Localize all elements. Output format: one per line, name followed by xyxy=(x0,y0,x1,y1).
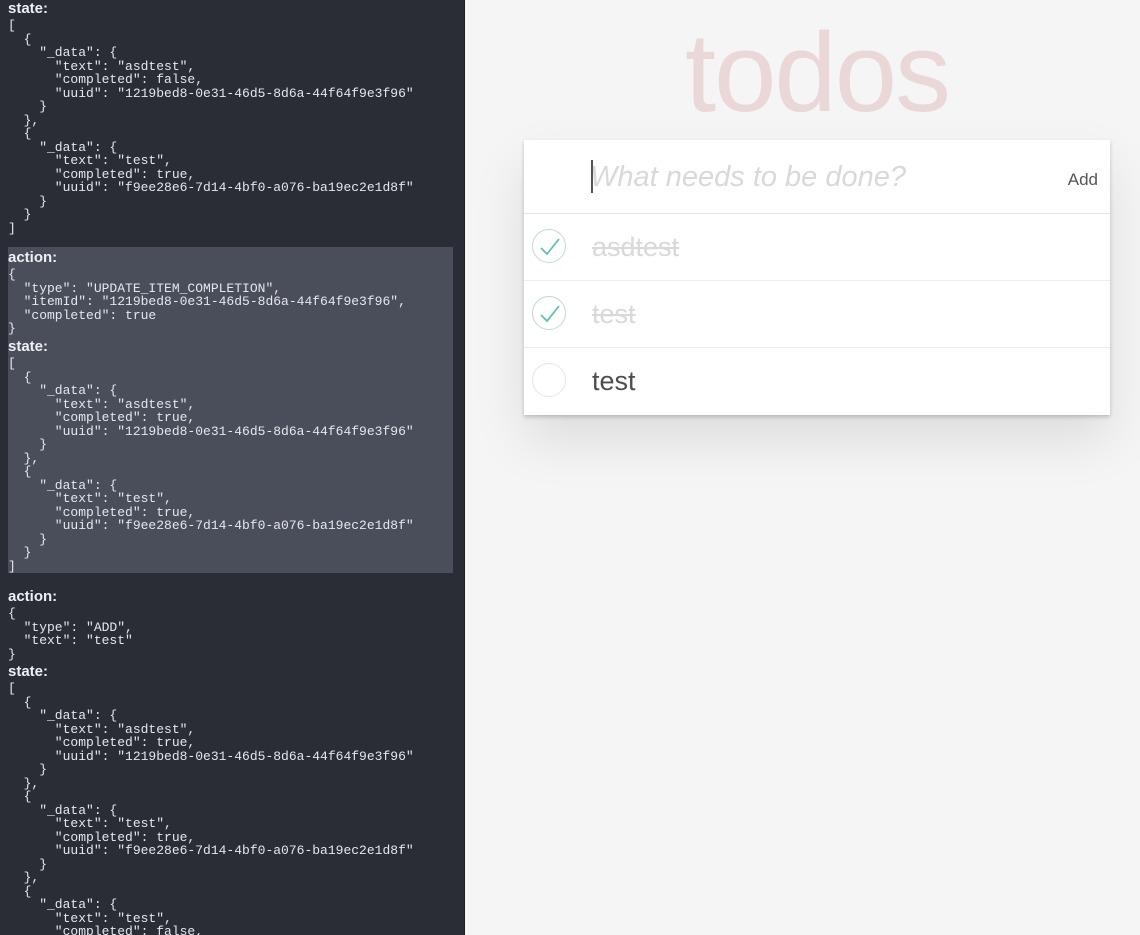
state-log-panel: state: [ { "_data": { "text": "asdtest",… xyxy=(0,0,465,935)
toggle-checkbox[interactable] xyxy=(532,296,566,330)
todo-label: asdtest xyxy=(592,232,680,262)
action-json: { "type": "UPDATE_ITEM_COMPLETION", "ite… xyxy=(8,267,406,336)
state-heading: state: xyxy=(8,663,49,680)
action-json: { "type": "ADD", "text": "test" } xyxy=(8,606,133,662)
log-entry-add: action: { "type": "ADD", "text": "test" … xyxy=(8,587,453,935)
checkmark-icon xyxy=(540,305,560,323)
todo-label: test xyxy=(592,366,636,396)
action-heading: action: xyxy=(8,249,58,266)
new-todo-row: Add xyxy=(524,140,1110,214)
app-title: todos xyxy=(685,10,951,135)
checkmark-icon xyxy=(540,238,560,256)
log-entry-update-completion[interactable]: action: { "type": "UPDATE_ITEM_COMPLETIO… xyxy=(8,247,453,573)
log-entry-initial-state: state: [ { "_data": { "text": "asdtest",… xyxy=(8,0,453,240)
toggle-checkbox[interactable] xyxy=(532,229,566,263)
todo-item[interactable]: test xyxy=(524,281,1110,348)
todo-item[interactable]: test xyxy=(524,348,1110,415)
todo-label: test xyxy=(592,299,636,329)
todo-item[interactable]: asdtest xyxy=(524,214,1110,281)
action-heading: action: xyxy=(8,588,58,605)
state-heading: state: xyxy=(8,0,49,17)
add-button[interactable]: Add xyxy=(1068,170,1098,190)
state-json: [ { "_data": { "text": "asdtest", "compl… xyxy=(8,18,414,236)
toggle-checkbox[interactable] xyxy=(532,363,566,397)
state-json: [ { "_data": { "text": "asdtest", "compl… xyxy=(8,356,414,574)
state-json: [ { "_data": { "text": "asdtest", "compl… xyxy=(8,681,414,935)
todo-card: Add asdtest test test xyxy=(524,140,1110,415)
new-todo-input[interactable] xyxy=(590,156,1040,198)
text-caret xyxy=(591,160,593,193)
state-heading: state: xyxy=(8,338,49,355)
